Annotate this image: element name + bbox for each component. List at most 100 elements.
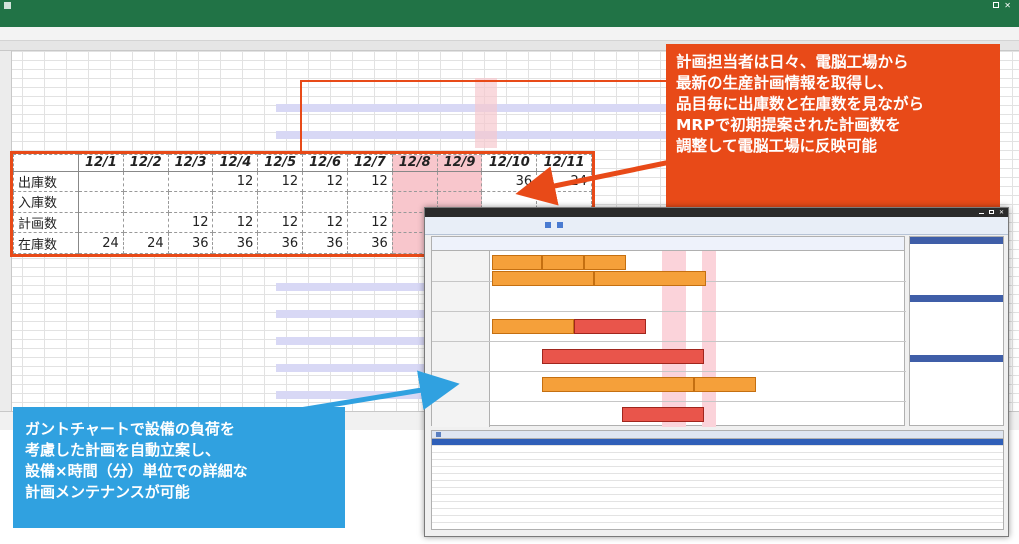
table-cell[interactable]: 24 [78,232,124,254]
minimize-icon[interactable] [979,213,984,214]
table-cell[interactable] [78,170,124,193]
table-row[interactable] [432,516,1003,523]
table-cell[interactable]: 12 [257,170,304,193]
date-header: 12/2 [122,154,169,172]
table-cell[interactable]: 36 [481,170,538,193]
gantt-row-divider [432,401,906,402]
gantt-row-divider [432,371,906,372]
gantt-bar[interactable] [542,377,694,392]
date-header: 12/7 [346,154,393,172]
table-row[interactable] [432,467,1003,474]
table-row[interactable] [432,495,1003,502]
gantt-chart[interactable] [431,236,906,427]
table-cell[interactable]: 24 [122,232,169,254]
table-cell[interactable] [122,211,169,234]
plan-row-band [276,283,426,291]
plan-row-band [276,337,426,345]
table-cell[interactable]: 12 [167,211,214,234]
table-row[interactable] [432,439,1003,446]
row-label: 出庫数 [13,170,79,193]
table-cell[interactable]: 12 [212,211,259,234]
plan-row-band [276,310,426,318]
gantt-callout: ガントチャートで設備の負荷を 考慮した計画を自動立案し、 設備×時間（分）単位で… [13,407,345,528]
gantt-row-divider [432,341,906,342]
table-cell[interactable] [122,170,169,193]
close-icon[interactable]: ✕ [1004,0,1011,11]
date-header-row: 12/1 12/2 12/3 12/4 12/5 12/6 12/7 12/8 … [13,154,592,172]
properties-panel [909,236,1004,426]
table-cell[interactable] [391,170,438,193]
corner-cell [13,154,79,172]
table-row[interactable] [432,453,1003,460]
filter-icon[interactable] [436,432,441,437]
table-cell[interactable] [346,191,393,213]
table-cell[interactable] [302,191,348,213]
callout-line: 考慮した計画を自動立案し、 [25,441,221,459]
table-cell[interactable] [212,191,259,213]
table-cell[interactable]: 12 [257,211,304,234]
row-label: 入庫数 [13,191,79,213]
table-row[interactable] [432,460,1003,467]
callout-line: MRPで初期提案された計画数を [676,116,901,134]
table-cell[interactable]: 36 [167,232,214,254]
formula-bar[interactable] [0,27,1019,41]
search-icon[interactable] [545,222,551,228]
table-cell[interactable]: 12 [212,170,259,193]
table-row[interactable] [432,488,1003,495]
date-header: 12/6 [302,154,348,172]
table-cell[interactable]: 36 [346,232,393,254]
gantt-window: ✕ [424,207,1009,537]
order-list-table[interactable] [431,430,1004,530]
gantt-bar[interactable] [574,319,646,334]
date-header: 12/9 [436,154,483,172]
excel-ribbon [0,11,1019,27]
date-header: 12/4 [212,154,259,172]
table-cell[interactable] [78,191,124,213]
gantt-bar[interactable] [694,377,756,392]
callout-line: 計画担当者は日々、電脳工場から [676,53,909,71]
table-cell[interactable] [257,191,304,213]
table-cell[interactable] [167,170,214,193]
table-cell[interactable]: 24 [536,170,592,193]
table-row[interactable] [432,481,1003,488]
gantt-bar[interactable] [492,255,542,270]
table-row: 出庫数 12 12 12 12 36 24 [13,170,592,193]
table-cell[interactable] [436,170,483,193]
gantt-row-divider [432,311,906,312]
table-cell[interactable]: 36 [212,232,259,254]
highlight-date-column [475,78,497,148]
table-row[interactable] [432,474,1003,481]
gantt-bar[interactable] [622,407,704,422]
close-icon[interactable]: ✕ [999,208,1004,217]
gantt-bar[interactable] [492,319,574,334]
properties-header [910,355,1003,362]
table-cell[interactable]: 36 [302,232,348,254]
table-cell[interactable] [167,191,214,213]
table-cell[interactable] [78,211,124,234]
gantt-title-bar: ✕ [425,208,1008,217]
table-cell[interactable]: 12 [346,170,393,193]
table-row[interactable] [432,509,1003,516]
table-cell[interactable]: 36 [257,232,304,254]
callout-line: ガントチャートで設備の負荷を [25,420,235,438]
gantt-bar[interactable] [594,271,706,286]
table-row[interactable] [432,502,1003,509]
gantt-bar[interactable] [584,255,626,270]
table-cell[interactable] [122,191,169,213]
save-icon[interactable] [4,2,11,9]
gantt-bar[interactable] [542,255,584,270]
row-label: 計画数 [13,211,79,234]
table-cell[interactable]: 12 [346,211,393,234]
maximize-icon[interactable] [993,2,999,8]
callout-line: 計画メンテナンスが可能 [25,483,190,501]
maximize-icon[interactable] [989,210,994,214]
gantt-bar[interactable] [492,271,594,286]
gantt-toolbar[interactable] [425,217,1008,235]
table-cell[interactable]: 12 [302,170,348,193]
table-row[interactable] [432,446,1003,453]
undo-icon[interactable] [557,222,563,228]
excel-title-bar: ✕ [0,0,1019,11]
table-cell[interactable]: 12 [302,211,348,234]
planner-callout: 計画担当者は日々、電脳工場から 最新の生産計画情報を取得し、 品目毎に出庫数と在… [666,44,1000,207]
gantt-bar[interactable] [542,349,704,364]
